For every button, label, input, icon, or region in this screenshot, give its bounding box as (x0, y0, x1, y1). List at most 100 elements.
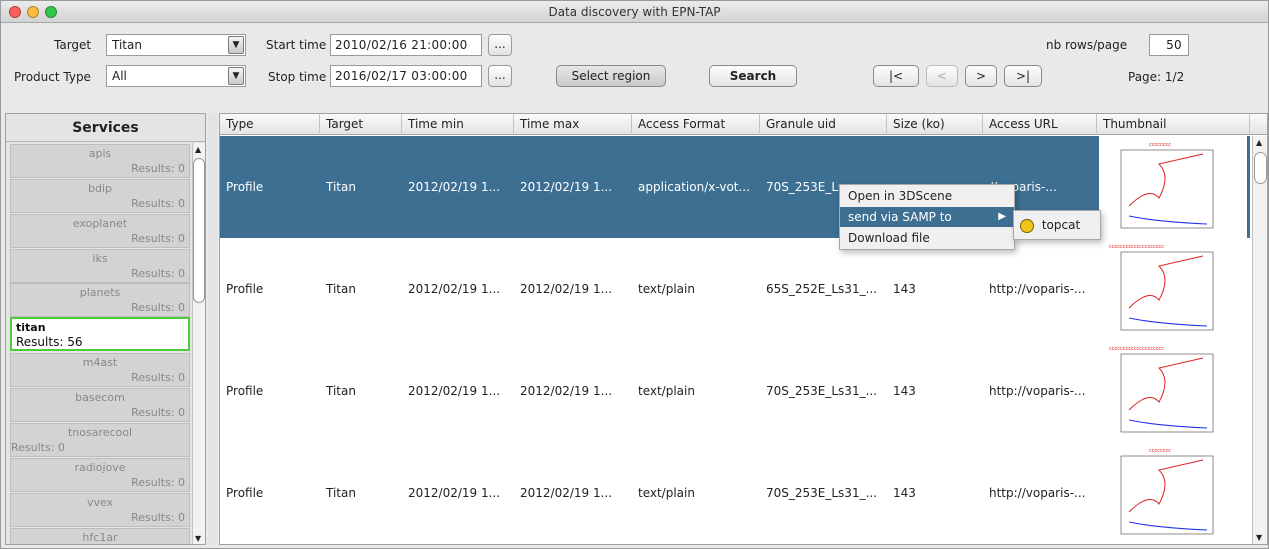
cell-target: Titan (326, 486, 356, 500)
last-page-button[interactable]: >| (1004, 65, 1042, 87)
topcat-icon (1020, 218, 1034, 233)
cell-granule-uid: 70S_253E_Ls31_... (766, 486, 878, 500)
table-header: Type Target Time min Time max Access For… (220, 114, 1267, 135)
target-label: Target (54, 38, 92, 52)
zoom-window-button[interactable] (45, 6, 57, 18)
cell-time-min: 2012/02/19 1... (408, 384, 501, 398)
previous-page-button[interactable]: < (926, 65, 958, 87)
target-select[interactable]: Titan ▼ (106, 34, 246, 56)
column-header-type[interactable]: Type (220, 114, 320, 135)
service-item-planets[interactable]: planets Results: 0 (10, 283, 190, 317)
cell-access-format: application/x-vot... (638, 180, 750, 194)
menu-item-send-via-samp[interactable]: send via SAMP to ▶ (840, 207, 1014, 227)
title-bar: Data discovery with EPN-TAP (1, 1, 1268, 23)
svg-text:cccccccc: cccccccc (1149, 142, 1171, 148)
column-header-thumbnail[interactable]: Thumbnail (1097, 114, 1250, 135)
cell-type: Profile (226, 282, 264, 296)
product-type-label: Product Type (14, 70, 91, 84)
samp-submenu: topcat (1013, 210, 1101, 240)
stop-time-field[interactable]: 2016/02/17 03:00:00 (330, 65, 482, 87)
cell-granule-uid: 70S_253E_Ls31_... (766, 384, 878, 398)
profile-plot-thumbnail: cccccccc (1120, 142, 1214, 229)
svg-text:cccccccc: cccccccc (1149, 448, 1171, 454)
services-title: Services (6, 114, 205, 142)
thumbnail-image[interactable]: cccccccccccccccccccc (1099, 238, 1247, 340)
thumbnail-image[interactable]: cccccccc (1099, 136, 1247, 238)
chevron-down-icon: ▼ (228, 67, 244, 85)
column-header-time-min[interactable]: Time min (402, 114, 514, 135)
thumbnail-image[interactable]: cccccccc (1099, 442, 1247, 544)
cell-type: Profile (226, 486, 264, 500)
service-item-iks[interactable]: iks Results: 0 (10, 249, 190, 283)
scroll-down-icon[interactable]: ▼ (1256, 533, 1262, 542)
svg-text:cccccccccccccccccccc: cccccccccccccccccccc (1109, 346, 1164, 352)
split-pane-divider[interactable] (208, 113, 217, 545)
service-item-exoplanet[interactable]: exoplanet Results: 0 (10, 214, 190, 248)
thumbnail-image[interactable]: cccccccccccccccccccc (1099, 340, 1247, 442)
table-row[interactable]: Profile Titan 2012/02/19 1... 2012/02/19… (220, 238, 1250, 340)
cell-access-format: text/plain (638, 282, 695, 296)
first-page-button[interactable]: |< (873, 65, 919, 87)
service-item-titan[interactable]: titan Results: 56 (10, 317, 190, 351)
cell-target: Titan (326, 384, 356, 398)
cell-time-min: 2012/02/19 1... (408, 180, 501, 194)
window-title: Data discovery with EPN-TAP (548, 5, 721, 19)
cell-time-min: 2012/02/19 1... (408, 486, 501, 500)
column-header-target[interactable]: Target (320, 114, 402, 135)
cell-size: 143 (893, 384, 916, 398)
column-header-size[interactable]: Size (ko) (887, 114, 983, 135)
service-item-radiojove[interactable]: radiojove Results: 0 (10, 458, 190, 492)
select-region-button[interactable]: Select region (556, 65, 666, 87)
cell-type: Profile (226, 180, 264, 194)
target-value: Titan (112, 38, 142, 52)
service-item-tnosarecool[interactable]: tnosarecool Results: 0 (10, 423, 190, 457)
page-indicator: Page: 1/2 (1128, 70, 1185, 84)
services-scroll-thumb[interactable] (193, 158, 205, 303)
cell-access-url: http://voparis-... (989, 384, 1086, 398)
cell-time-max: 2012/02/19 1... (520, 486, 613, 500)
services-scrollbar[interactable]: ▲ ▼ (192, 143, 205, 544)
service-item-bdip[interactable]: bdip Results: 0 (10, 179, 190, 213)
start-time-picker-button[interactable]: ... (488, 34, 512, 56)
product-type-select[interactable]: All ▼ (106, 65, 246, 87)
column-header-access-format[interactable]: Access Format (632, 114, 760, 135)
scroll-up-icon[interactable]: ▲ (1256, 138, 1262, 147)
table-row[interactable]: Profile Titan 2012/02/19 1... 2012/02/19… (220, 340, 1250, 442)
next-page-button[interactable]: > (965, 65, 997, 87)
cell-access-url: http://voparis-... (989, 486, 1086, 500)
services-panel: Services apis Results: 0 bdip Results: 0 e… (5, 113, 206, 545)
column-header-access-url[interactable]: Access URL (983, 114, 1097, 135)
profile-plot-thumbnail: cccccccccccccccccccc (1109, 346, 1214, 433)
search-button[interactable]: Search (709, 65, 797, 87)
cell-access-url: http://voparis-... (989, 282, 1086, 296)
stop-time-picker-button[interactable]: ... (488, 65, 512, 87)
cell-type: Profile (226, 384, 264, 398)
scroll-down-icon[interactable]: ▼ (195, 534, 201, 543)
cell-time-max: 2012/02/19 1... (520, 384, 613, 398)
scroll-up-icon[interactable]: ▲ (195, 145, 201, 154)
column-header-time-max[interactable]: Time max (514, 114, 632, 135)
service-item-hfc1ar[interactable]: hfc1ar (10, 528, 190, 544)
service-item-vvex[interactable]: vvex Results: 0 (10, 493, 190, 527)
table-scrollbar[interactable]: ▲ ▼ (1252, 136, 1267, 544)
close-window-button[interactable] (9, 6, 21, 18)
nb-rows-field[interactable]: 50 (1149, 34, 1189, 56)
menu-item-download-file[interactable]: Download file (840, 228, 1014, 248)
service-item-apis[interactable]: apis Results: 0 (10, 144, 190, 178)
service-item-m4ast[interactable]: m4ast Results: 0 (10, 353, 190, 387)
menu-item-open-3dscene[interactable]: Open in 3DScene (840, 186, 1014, 206)
submenu-arrow-icon: ▶ (998, 211, 1006, 222)
table-scroll-thumb[interactable] (1254, 152, 1267, 184)
cell-target: Titan (326, 282, 356, 296)
app-window: Data discovery with EPN-TAP Target Titan… (0, 0, 1269, 549)
nb-rows-label: nb rows/page (1046, 38, 1128, 52)
service-item-basecom[interactable]: basecom Results: 0 (10, 388, 190, 422)
cell-access-format: text/plain (638, 486, 695, 500)
cell-time-min: 2012/02/19 1... (408, 282, 501, 296)
cell-size: 143 (893, 486, 916, 500)
table-row[interactable]: Profile Titan 2012/02/19 1... 2012/02/19… (220, 442, 1250, 544)
column-header-granule-uid[interactable]: Granule uid (760, 114, 887, 135)
start-time-field[interactable]: 2010/02/16 21:00:00 (330, 34, 482, 56)
submenu-item-topcat[interactable]: topcat (1042, 218, 1080, 232)
minimize-window-button[interactable] (27, 6, 39, 18)
